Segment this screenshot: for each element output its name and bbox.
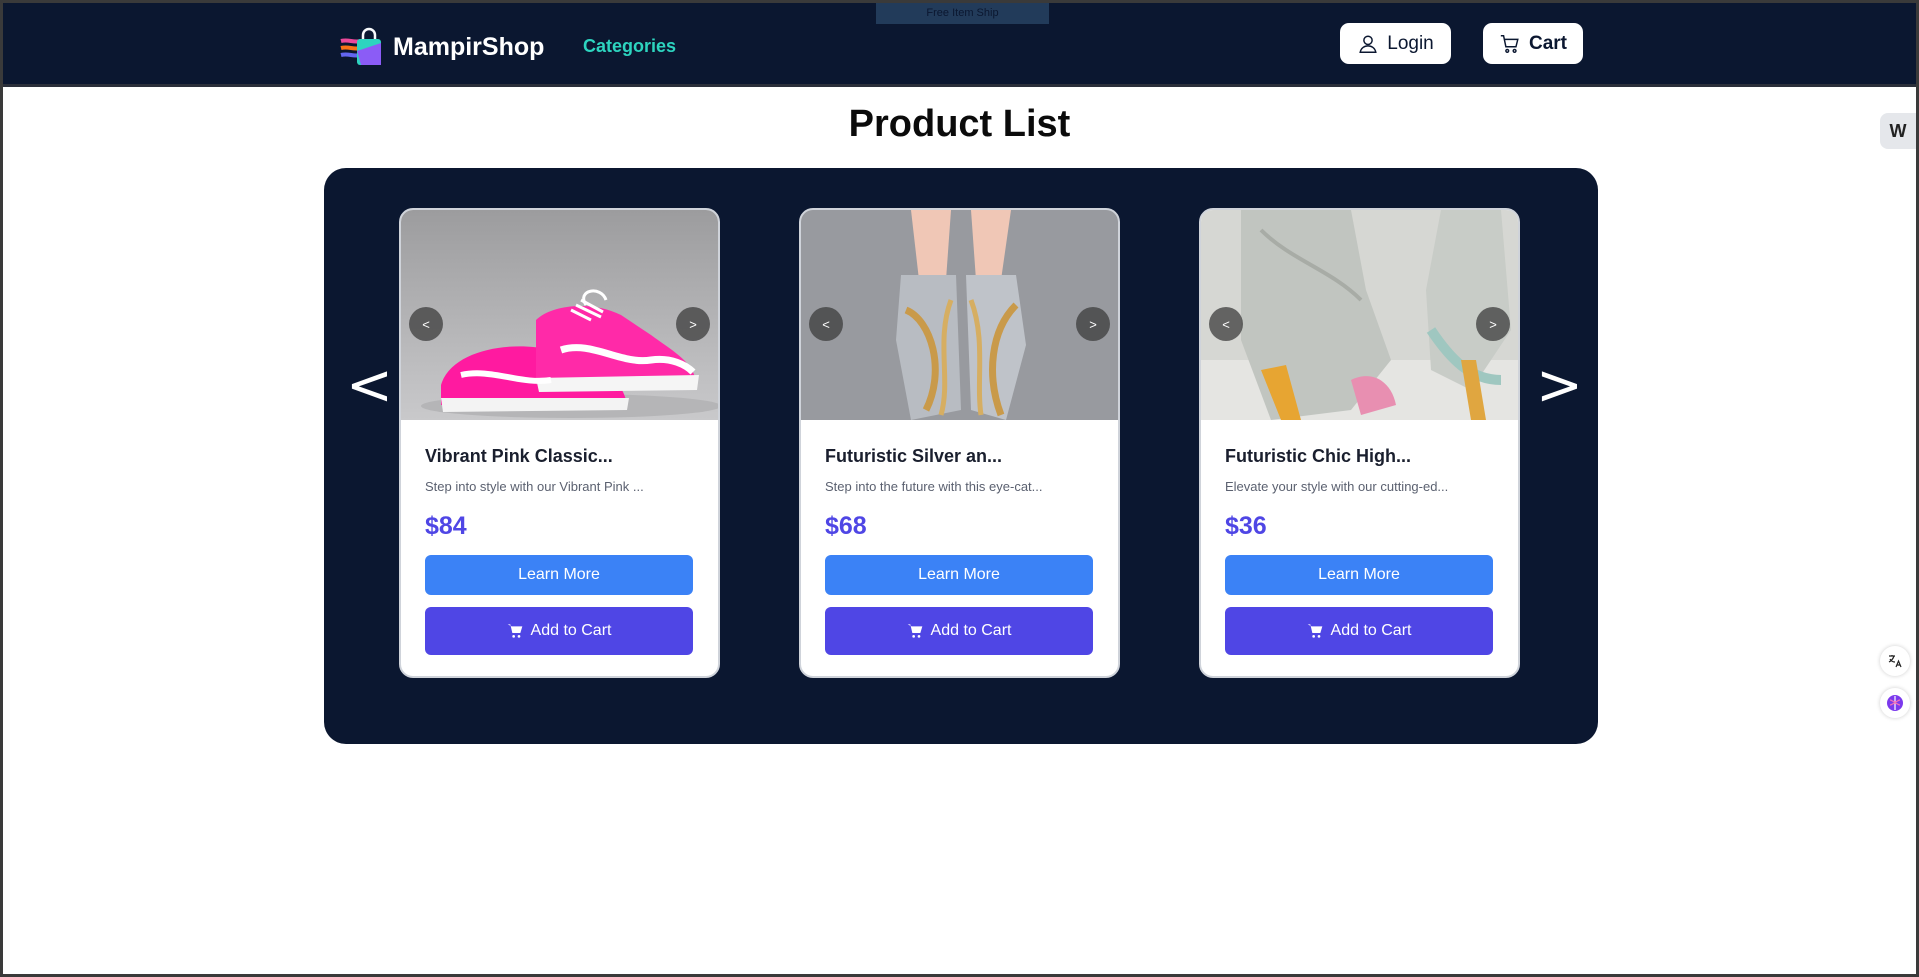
login-label: Login: [1387, 32, 1434, 54]
card-body: Vibrant Pink Classic... Step into style …: [425, 420, 693, 655]
image-prev-button[interactable]: <: [409, 307, 443, 341]
product-image-silver-boots: [801, 210, 1118, 420]
image-next-button[interactable]: >: [1476, 307, 1510, 341]
cart-icon: [907, 624, 922, 638]
product-price: $84: [425, 512, 467, 540]
learn-more-label: Learn More: [518, 566, 600, 583]
product-name: Vibrant Pink Classic...: [425, 446, 613, 466]
nav-categories-link[interactable]: Categories: [583, 36, 676, 57]
navbar: MampirShop Categories Free Item Ship Log…: [3, 3, 1916, 87]
product-card: < > Vibrant Pink Classic... Step into st…: [399, 208, 720, 678]
product-name: Futuristic Silver an...: [825, 446, 1003, 466]
page-title: Product List: [848, 103, 1071, 145]
login-button[interactable]: Login: [1340, 23, 1451, 64]
add-to-cart-label: Add to Cart: [530, 622, 612, 639]
learn-more-button[interactable]: Learn More: [425, 555, 693, 595]
carousel-prev-button[interactable]: <: [346, 358, 393, 414]
product-card: < > Futuristic Silver an... Step into th…: [799, 208, 1120, 678]
product-image-pink-sneakers: [401, 210, 718, 420]
brain-icon[interactable]: [1880, 688, 1910, 718]
add-to-cart-button[interactable]: Add to Cart: [1225, 607, 1493, 655]
add-to-cart-label: Add to Cart: [1330, 622, 1412, 639]
image-prev-button[interactable]: <: [1209, 307, 1243, 341]
image-next-button[interactable]: >: [1076, 307, 1110, 341]
free-item-ship-banner: Free Item Ship: [876, 3, 1049, 24]
cart-icon: [1307, 624, 1322, 638]
add-to-cart-button[interactable]: Add to Cart: [425, 607, 693, 655]
shopping-bag-logo-icon: [340, 27, 381, 65]
product-description: Step into style with our Vibrant Pink ..…: [425, 479, 644, 494]
card-body: Futuristic Silver an... Step into the fu…: [825, 420, 1093, 655]
product-price: $68: [825, 512, 867, 540]
product-price: $36: [1225, 512, 1267, 540]
learn-more-label: Learn More: [1318, 566, 1400, 583]
translate-icon[interactable]: [1880, 646, 1910, 676]
carousel-next-button[interactable]: >: [1536, 358, 1583, 414]
brand-name: MampirShop: [393, 32, 545, 61]
cart-button[interactable]: Cart: [1483, 23, 1583, 64]
cart-label: Cart: [1528, 32, 1567, 54]
browser-window: MampirShop Categories Free Item Ship Log…: [3, 3, 1916, 974]
image-next-button[interactable]: >: [676, 307, 710, 341]
learn-more-button[interactable]: Learn More: [1225, 555, 1493, 595]
user-icon: [1359, 34, 1377, 53]
product-description: Step into the future with this eye-cat..…: [825, 479, 1043, 494]
cart-icon: [507, 624, 522, 638]
product-name: Futuristic Chic High...: [1225, 446, 1412, 466]
product-carousel: < > < > Vibrant Pink Classic... Step int…: [324, 168, 1598, 744]
product-card: < > Futuristic Chic High... Elevate your…: [1199, 208, 1520, 678]
learn-more-button[interactable]: Learn More: [825, 555, 1093, 595]
brand[interactable]: MampirShop: [339, 27, 544, 67]
add-to-cart-button[interactable]: Add to Cart: [825, 607, 1093, 655]
learn-more-label: Learn More: [918, 566, 1000, 583]
add-to-cart-label: Add to Cart: [930, 622, 1012, 639]
cart-icon: [1500, 34, 1519, 53]
product-image-chic-heels: [1201, 210, 1518, 420]
image-prev-button[interactable]: <: [809, 307, 843, 341]
product-description: Elevate your style with our cutting-ed..…: [1225, 479, 1449, 494]
card-body: Futuristic Chic High... Elevate your sty…: [1225, 420, 1493, 655]
extension-side-tab[interactable]: W: [1880, 113, 1916, 149]
